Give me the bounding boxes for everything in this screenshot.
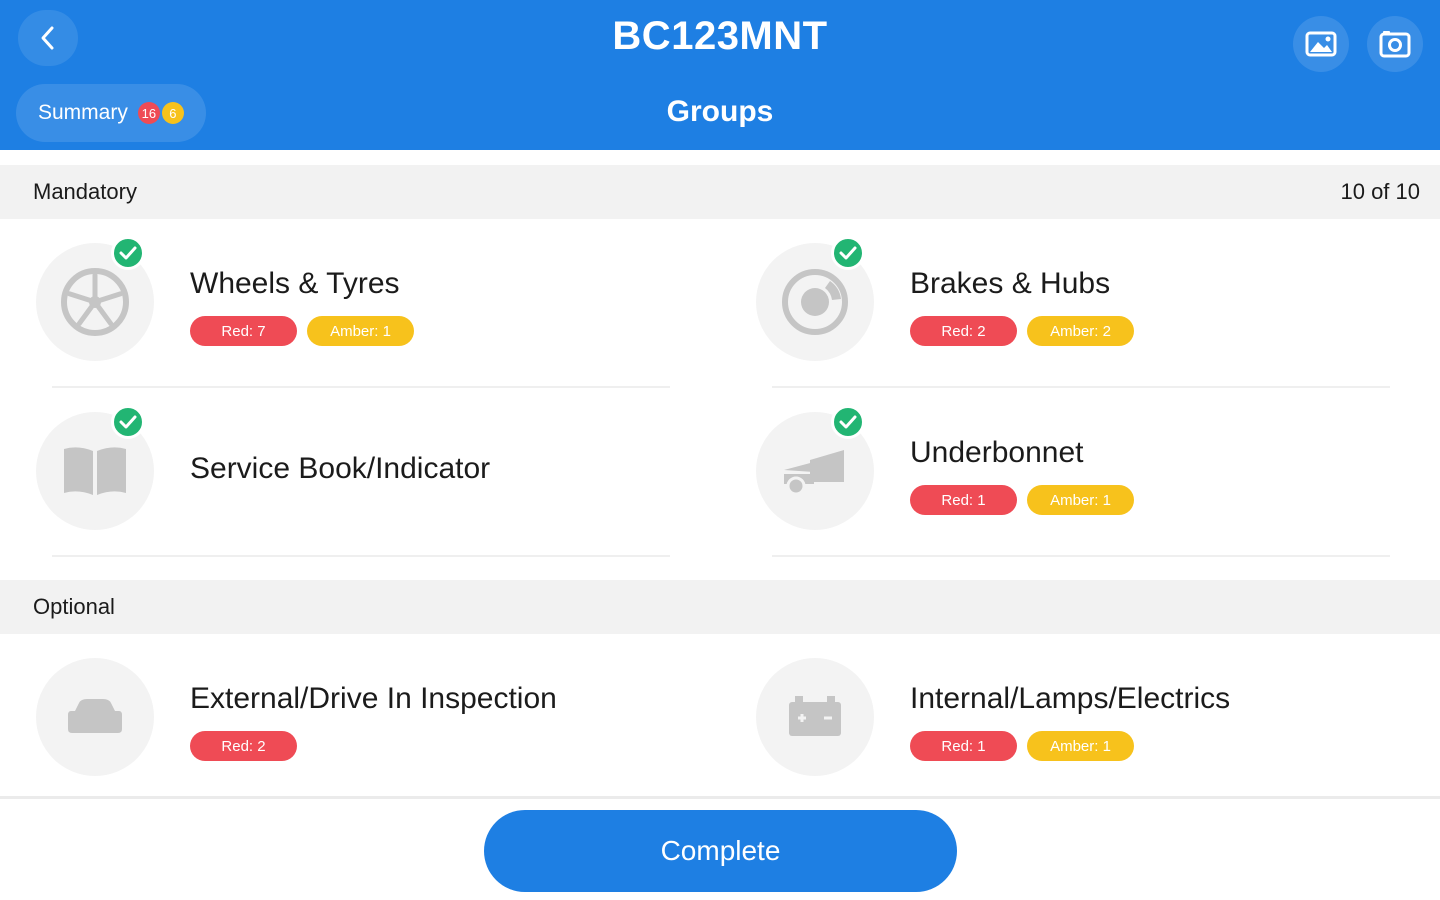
group-internal-lamps-electrics[interactable]: Internal/Lamps/Electrics Red: 1 Amber: 1 [720,634,1440,802]
group-name: Service Book/Indicator [190,452,491,485]
red-count-badge: Red: 1 [910,731,1017,761]
group-service-book[interactable]: Service Book/Indicator [0,388,720,556]
group-icon-circle [756,658,874,776]
summary-button[interactable]: Summary 16 6 [16,84,206,142]
group-badges: Red: 2 [190,731,297,761]
complete-button[interactable]: Complete [484,810,957,892]
group-name: Internal/Lamps/Electrics [910,682,1231,715]
group-external-drive-in[interactable]: External/Drive In Inspection Red: 2 [0,634,720,802]
footer-divider [0,796,1440,799]
amber-count-badge: Amber: 1 [1027,731,1134,761]
group-badges: Red: 7 Amber: 1 [190,316,414,346]
group-badges: Red: 2 Amber: 2 [910,316,1134,346]
row-divider [52,555,670,557]
red-count-badge: Red: 1 [910,485,1017,515]
red-count-badge: Red: 2 [190,731,297,761]
red-count-badge: Red: 7 [190,316,297,346]
group-name: Brakes & Hubs [910,267,1111,300]
page-subtitle: Groups [666,95,774,128]
completed-check-icon [111,236,145,270]
image-icon [1305,31,1337,57]
battery-icon [789,696,841,736]
car-icon [68,699,122,733]
row-divider [772,555,1390,557]
group-brakes-hubs[interactable]: Brakes & Hubs Red: 2 Amber: 2 [720,219,1440,387]
camera-icon [1379,31,1411,58]
section-label: Optional [33,594,115,619]
group-name: Wheels & Tyres [190,267,400,300]
group-wheels-tyres[interactable]: Wheels & Tyres Red: 7 Amber: 1 [0,219,720,387]
wheel-icon [61,268,129,336]
amber-count-badge: Amber: 2 [1027,316,1134,346]
group-icon-circle [36,658,154,776]
group-name: Underbonnet [910,436,1084,469]
gallery-button[interactable] [1293,16,1349,72]
completed-check-icon [111,405,145,439]
group-name: External/Drive In Inspection [190,682,557,715]
group-badges: Red: 1 Amber: 1 [910,731,1134,761]
summary-amber-count-badge: 6 [161,102,184,124]
red-count-badge: Red: 2 [910,316,1017,346]
completed-check-icon [831,405,865,439]
camera-button[interactable] [1367,16,1423,72]
completed-check-icon [831,236,865,270]
group-underbonnet[interactable]: Underbonnet Red: 1 Amber: 1 [720,388,1440,556]
section-progress: 10 of 10 [1340,179,1420,204]
app-header: BC123MNT Groups Summary 16 6 [0,0,1440,150]
section-label: Mandatory [33,179,137,204]
brake-disc-icon [782,269,848,335]
section-header-mandatory: Mandatory 10 of 10 [0,165,1440,219]
page-title: BC123MNT [612,14,828,58]
section-header-optional: Optional [0,580,1440,634]
amber-count-badge: Amber: 1 [307,316,414,346]
open-bonnet-car-icon [784,450,844,496]
summary-label: Summary [38,101,128,124]
amber-count-badge: Amber: 1 [1027,485,1134,515]
summary-red-count-badge: 16 [137,102,160,124]
group-badges: Red: 1 Amber: 1 [910,485,1134,515]
book-icon [64,447,126,495]
